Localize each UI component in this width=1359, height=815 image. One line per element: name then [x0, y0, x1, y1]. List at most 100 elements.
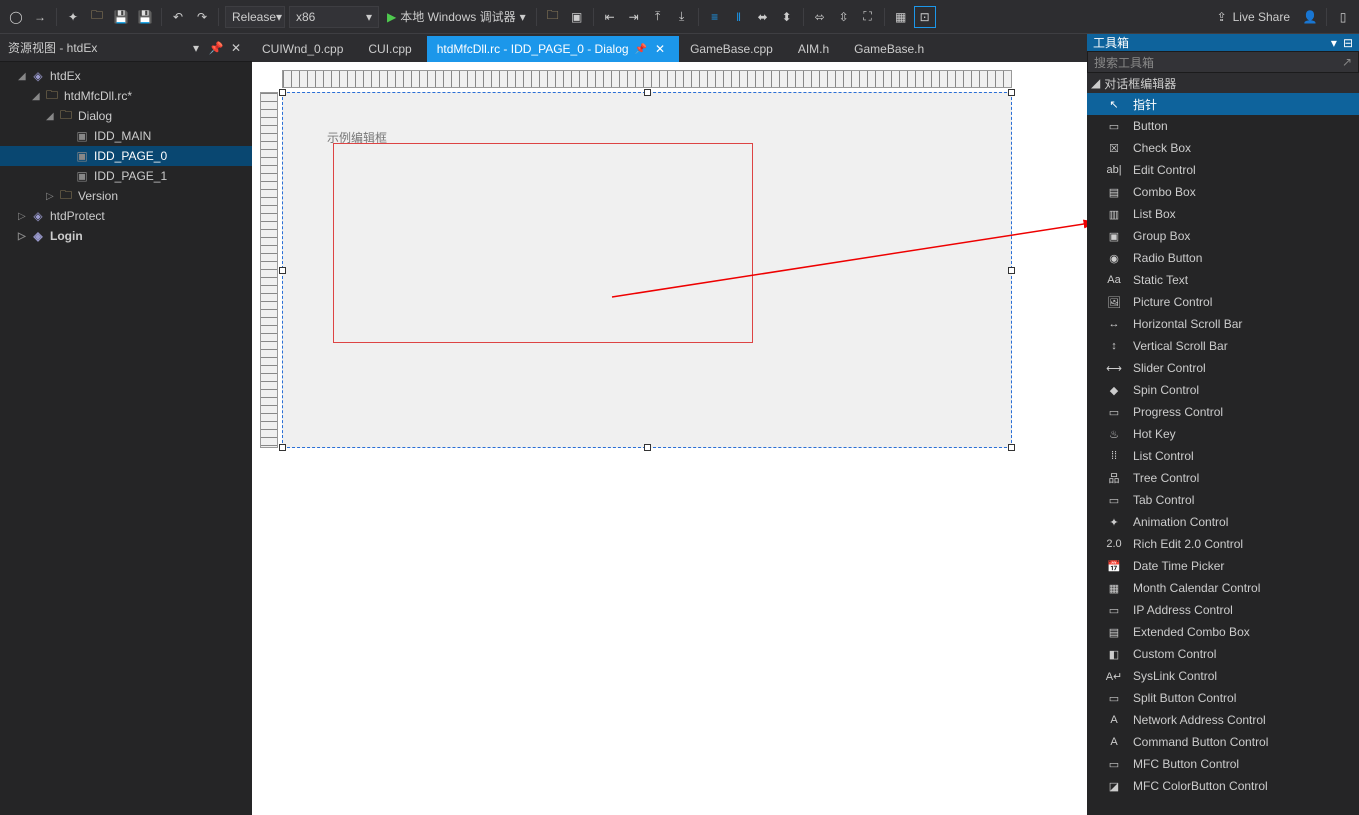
open-icon[interactable]: 🗀 — [86, 6, 108, 28]
toolbox-item-extended-combo-box[interactable]: ▤Extended Combo Box — [1087, 621, 1359, 643]
tree-idd-page1[interactable]: ▣IDD_PAGE_1 — [0, 166, 252, 186]
toolbox-item-check-box[interactable]: ☒Check Box — [1087, 137, 1359, 159]
guides-icon[interactable]: ⊡ — [914, 6, 936, 28]
tab-aim-h[interactable]: AIM.h — [788, 36, 843, 62]
edit-control-instance[interactable] — [333, 143, 753, 343]
pin-icon[interactable]: 📌 — [208, 40, 224, 56]
tree-dialog-folder[interactable]: ◢🗀Dialog — [0, 106, 252, 126]
size-h-icon[interactable]: ⇳ — [833, 6, 855, 28]
resize-handle[interactable] — [1008, 267, 1015, 274]
toolbox-item-spin-control[interactable]: ◆Spin Control — [1087, 379, 1359, 401]
toolbox-item-custom-control[interactable]: ◧Custom Control — [1087, 643, 1359, 665]
live-share-button[interactable]: ⇪ Live Share — [1209, 10, 1298, 24]
nav-fwd-icon[interactable]: → — [29, 6, 51, 28]
toolbox-item-vertical-scroll-bar[interactable]: ↕Vertical Scroll Bar — [1087, 335, 1359, 357]
close-icon[interactable]: ✕ — [228, 40, 244, 56]
toolbox-item-radio-button[interactable]: ◉Radio Button — [1087, 247, 1359, 269]
tree-solution[interactable]: ◢◈htdEx — [0, 66, 252, 86]
toolbox-item-split-button-control[interactable]: ▭Split Button Control — [1087, 687, 1359, 709]
toolbox-item-network-address-control[interactable]: ANetwork Address Control — [1087, 709, 1359, 731]
toolbox-item-label: Combo Box — [1133, 185, 1196, 199]
config-select[interactable]: Release▾ — [225, 6, 285, 28]
resize-handle[interactable] — [644, 444, 651, 451]
toolbox-item-label: Network Address Control — [1133, 713, 1266, 727]
tree-htdprotect[interactable]: ▷◈htdProtect — [0, 206, 252, 226]
toolbox-item-picture-control[interactable]: 🖼Picture Control — [1087, 291, 1359, 313]
align-bottom-icon[interactable]: ⤓ — [671, 6, 693, 28]
toolbox-item-edit-control[interactable]: ab|Edit Control — [1087, 159, 1359, 181]
manage-icon[interactable]: ▯ — [1332, 6, 1354, 28]
toolbox-item-hot-key[interactable]: ♨Hot Key — [1087, 423, 1359, 445]
spacing-v-icon[interactable]: ⬍ — [776, 6, 798, 28]
toolbox-item-ip-address-control[interactable]: ▭IP Address Control — [1087, 599, 1359, 621]
start-debug-button[interactable]: ▶本地 Windows 调试器▾ — [381, 6, 532, 28]
toolbox-section-header[interactable]: ◢对话框编辑器 — [1087, 73, 1359, 93]
nav-back-icon[interactable]: ◯ — [5, 6, 27, 28]
center-v-icon[interactable]: ‖ — [728, 6, 750, 28]
tree-idd-main[interactable]: ▣IDD_MAIN — [0, 126, 252, 146]
resize-handle[interactable] — [279, 444, 286, 451]
toolbox-item--[interactable]: ↖指针 — [1087, 93, 1359, 115]
align-top-icon[interactable]: ⤒ — [647, 6, 669, 28]
dropdown-icon[interactable]: ▾ — [1331, 36, 1337, 50]
grid-icon[interactable]: ▦ — [890, 6, 912, 28]
toolbox-item-list-control[interactable]: ⁞⁞List Control — [1087, 445, 1359, 467]
save-icon[interactable]: 💾 — [110, 6, 132, 28]
tb-icon-1[interactable]: 🗀 — [542, 6, 564, 28]
toolbox-item-rich-edit-2-0-control[interactable]: 2.0Rich Edit 2.0 Control — [1087, 533, 1359, 555]
toolbox-item-date-time-picker[interactable]: 📅Date Time Picker — [1087, 555, 1359, 577]
toolbox-item-command-button-control[interactable]: ACommand Button Control — [1087, 731, 1359, 753]
spacing-h-icon[interactable]: ⬌ — [752, 6, 774, 28]
resize-handle[interactable] — [1008, 89, 1015, 96]
size-icon[interactable]: ⛶ — [857, 6, 879, 28]
toolbox-item-animation-control[interactable]: ✦Animation Control — [1087, 511, 1359, 533]
tab-cui[interactable]: CUI.cpp — [358, 36, 425, 62]
toolbox-item-progress-control[interactable]: ▭Progress Control — [1087, 401, 1359, 423]
feedback-icon[interactable]: 👤 — [1299, 6, 1321, 28]
search-clear-icon[interactable]: ↗ — [1342, 55, 1352, 69]
toolbox-search[interactable]: 搜索工具箱 ↗ — [1087, 51, 1359, 73]
center-h-icon[interactable]: ≡ — [704, 6, 726, 28]
pin-icon[interactable]: ⊟ — [1343, 36, 1353, 50]
dialog-canvas[interactable]: 示例编辑框 — [282, 92, 1012, 448]
toolbox-item-mfc-button-control[interactable]: ▭MFC Button Control — [1087, 753, 1359, 775]
redo-icon[interactable]: ↷ — [191, 6, 213, 28]
toolbox-item-static-text[interactable]: AaStatic Text — [1087, 269, 1359, 291]
toolbox-title: 工具箱 ▾ ⊟ — [1087, 34, 1359, 51]
pin-icon[interactable]: 📌 — [635, 44, 647, 55]
tab-gamebase-h[interactable]: GameBase.h — [844, 36, 938, 62]
size-w-icon[interactable]: ⬄ — [809, 6, 831, 28]
toolbox-item-group-box[interactable]: ▣Group Box — [1087, 225, 1359, 247]
tree-login[interactable]: ▷◈Login — [0, 226, 252, 246]
resize-handle[interactable] — [1008, 444, 1015, 451]
resize-handle[interactable] — [644, 89, 651, 96]
dropdown-icon[interactable]: ▾ — [188, 40, 204, 56]
toolbox-item-horizontal-scroll-bar[interactable]: ↔Horizontal Scroll Bar — [1087, 313, 1359, 335]
dialog-designer[interactable]: 示例编辑框 — [252, 62, 1087, 815]
tb-icon-2[interactable]: ▣ — [566, 6, 588, 28]
undo-icon[interactable]: ↶ — [167, 6, 189, 28]
tab-cuiwnd0[interactable]: CUIWnd_0.cpp — [252, 36, 357, 62]
platform-select[interactable]: x86▾ — [289, 6, 379, 28]
align-right-icon[interactable]: ⇥ — [623, 6, 645, 28]
toolbox-item-mfc-colorbutton-control[interactable]: ◪MFC ColorButton Control — [1087, 775, 1359, 797]
align-left-icon[interactable]: ⇤ — [599, 6, 621, 28]
tree-version-folder[interactable]: ▷🗀Version — [0, 186, 252, 206]
tab-gamebase-cpp[interactable]: GameBase.cpp — [680, 36, 787, 62]
toolbox-item-list-box[interactable]: ▥List Box — [1087, 203, 1359, 225]
toolbox-item-month-calendar-control[interactable]: ▦Month Calendar Control — [1087, 577, 1359, 599]
toolbox-item-tab-control[interactable]: ▭Tab Control — [1087, 489, 1359, 511]
resize-handle[interactable] — [279, 267, 286, 274]
toolbox-item-button[interactable]: ▭Button — [1087, 115, 1359, 137]
toolbox-item-syslink-control[interactable]: A↵SysLink Control — [1087, 665, 1359, 687]
resize-handle[interactable] — [279, 89, 286, 96]
tree-idd-page0[interactable]: ▣IDD_PAGE_0 — [0, 146, 252, 166]
new-icon[interactable]: ✦ — [62, 6, 84, 28]
tree-rc-file[interactable]: ◢🗀htdMfcDll.rc* — [0, 86, 252, 106]
tab-dialog-editor[interactable]: htdMfcDll.rc - IDD_PAGE_0 - Dialog📌✕ — [427, 36, 679, 62]
saveall-icon[interactable]: 💾 — [134, 6, 156, 28]
toolbox-item-tree-control[interactable]: 品Tree Control — [1087, 467, 1359, 489]
toolbox-item-combo-box[interactable]: ▤Combo Box — [1087, 181, 1359, 203]
close-tab-icon[interactable]: ✕ — [655, 42, 665, 56]
toolbox-item-slider-control[interactable]: ⟷Slider Control — [1087, 357, 1359, 379]
